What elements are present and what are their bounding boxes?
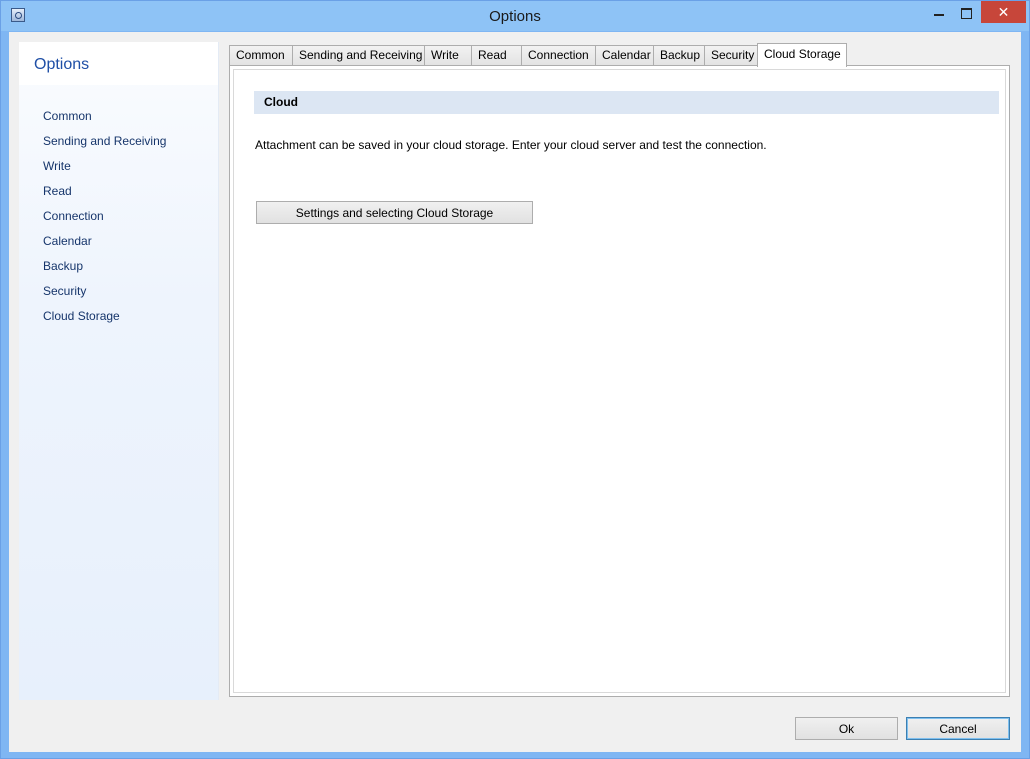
tab-write[interactable]: Write (424, 45, 472, 65)
minimize-button[interactable] (926, 1, 952, 23)
sidebar-item-backup[interactable]: Backup (43, 259, 83, 273)
options-window: Options ✕ Options Common Sending and Rec… (0, 0, 1030, 759)
sidebar-item-read[interactable]: Read (43, 184, 72, 198)
sidebar-title: Options (34, 56, 90, 73)
tab-read[interactable]: Read (471, 45, 522, 65)
sidebar: Options Common Sending and Receiving Wri… (19, 42, 219, 700)
tab-connection[interactable]: Connection (521, 45, 596, 65)
window-title: Options (489, 8, 541, 25)
cloud-description: Attachment can be saved in your cloud st… (255, 138, 767, 152)
dialog-client-area: Options Common Sending and Receiving Wri… (9, 32, 1021, 752)
ok-button[interactable]: Ok (795, 717, 898, 740)
sidebar-item-connection[interactable]: Connection (43, 209, 104, 223)
cloud-section-title: Cloud (264, 95, 298, 109)
sidebar-item-security[interactable]: Security (43, 284, 86, 298)
sidebar-item-sending-and-receiving[interactable]: Sending and Receiving (43, 134, 166, 148)
cloud-section-header: Cloud (254, 91, 999, 114)
tab-backup[interactable]: Backup (653, 45, 705, 65)
sidebar-item-write[interactable]: Write (43, 159, 71, 173)
panel-content: Cloud Attachment can be saved in your cl… (233, 69, 1006, 693)
cancel-button[interactable]: Cancel (906, 717, 1010, 740)
tab-calendar[interactable]: Calendar (595, 45, 654, 65)
cloud-storage-panel: Cloud Attachment can be saved in your cl… (229, 65, 1010, 697)
tab-security[interactable]: Security (704, 45, 758, 65)
sidebar-item-cloud-storage[interactable]: Cloud Storage (43, 309, 120, 323)
sidebar-header: Options (19, 42, 218, 85)
cloud-storage-settings-button[interactable]: Settings and selecting Cloud Storage (256, 201, 533, 224)
sidebar-item-common[interactable]: Common (43, 109, 92, 123)
tab-common[interactable]: Common (229, 45, 293, 65)
maximize-icon (960, 7, 972, 19)
tab-cloud-storage[interactable]: Cloud Storage (757, 43, 847, 67)
close-icon: ✕ (997, 4, 1010, 20)
title-bar[interactable]: Options ✕ (1, 1, 1029, 31)
sidebar-item-calendar[interactable]: Calendar (43, 234, 92, 248)
maximize-button[interactable] (952, 1, 980, 23)
close-button[interactable]: ✕ (981, 1, 1026, 23)
minimize-icon (934, 14, 944, 17)
tab-sending-and-receiving[interactable]: Sending and Receiving (292, 45, 425, 65)
